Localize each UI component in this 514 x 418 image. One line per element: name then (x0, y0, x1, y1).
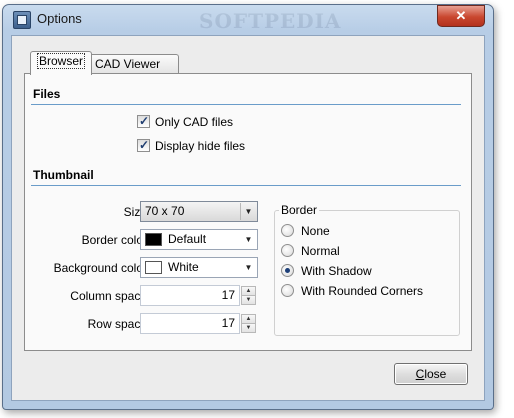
checkbox-box: ✓ (137, 114, 150, 128)
border-color-dropdown[interactable]: Default ▼ (140, 229, 258, 250)
column-space-label: Column space (70, 289, 147, 303)
size-dropdown[interactable]: 70 x 70 ▼ (140, 201, 258, 222)
size-value: 70 x 70 (145, 204, 185, 218)
radio-icon (281, 264, 294, 277)
column-space-spin-buttons: ▲ ▼ (241, 286, 256, 305)
only-cad-files-checkbox[interactable]: ✓ Only CAD files (137, 114, 233, 130)
row-space-spin-buttons: ▲ ▼ (241, 314, 256, 333)
column-space-stepper[interactable]: 17 ▲ ▼ (140, 285, 256, 306)
chevron-down-icon: ▼ (240, 203, 256, 220)
radio-icon (281, 244, 294, 257)
tab-browser[interactable]: Browser (30, 51, 93, 75)
radio-rounded-corners-label: With Rounded Corners (301, 284, 424, 298)
checkmark-icon: ✓ (139, 138, 150, 152)
background-color-label: Background color (53, 261, 147, 275)
border-color-value: Default (168, 232, 207, 246)
radio-none-label: None (301, 224, 330, 238)
spin-down-icon[interactable]: ▼ (241, 295, 256, 305)
background-color-value: White (168, 260, 199, 274)
tab-cad-viewer[interactable]: CAD Viewer (88, 54, 180, 74)
background-color-swatch (145, 261, 162, 274)
border-group-label: Border (279, 203, 320, 217)
files-divider (31, 104, 461, 105)
column-space-value: 17 (221, 288, 235, 302)
title-bar[interactable]: Options SOFTPEDIA ✕ (3, 5, 493, 33)
row-space-value: 17 (221, 316, 235, 330)
chevron-down-icon: ▼ (244, 263, 253, 272)
radio-with-shadow-label: With Shadow (301, 264, 372, 278)
thumbnail-divider (31, 185, 461, 186)
close-icon: ✕ (455, 8, 467, 23)
window-close-button[interactable]: ✕ (437, 5, 485, 27)
row-space-input[interactable]: 17 (140, 313, 240, 334)
spin-down-icon[interactable]: ▼ (241, 323, 256, 333)
radio-border-rounded-corners[interactable]: With Rounded Corners (281, 283, 423, 299)
column-space-input[interactable]: 17 (140, 285, 240, 306)
radio-border-normal[interactable]: Normal (281, 243, 340, 259)
only-cad-files-label: Only CAD files (155, 115, 234, 129)
row-space-label: Row space (87, 317, 147, 331)
background-color-dropdown[interactable]: White ▼ (140, 257, 258, 278)
tab-browser-label: Browser (37, 53, 86, 69)
files-section-header: Files (33, 87, 61, 101)
watermark: SOFTPEDIA (199, 9, 342, 33)
chevron-down-icon: ▼ (244, 235, 253, 244)
display-hide-files-checkbox[interactable]: ✓ Display hide files (137, 138, 245, 154)
checkmark-icon: ✓ (139, 114, 150, 128)
radio-border-with-shadow[interactable]: With Shadow (281, 263, 372, 279)
radio-icon (281, 284, 294, 297)
window-title: Options (37, 11, 82, 26)
radio-selected-dot (285, 268, 290, 273)
close-button-label-rest: lose (424, 367, 447, 381)
radio-icon (281, 224, 294, 237)
options-dialog: Options SOFTPEDIA ✕ Browser CAD Viewer F… (2, 4, 494, 410)
thumbnail-section-header: Thumbnail (33, 168, 94, 182)
border-groupbox: Border None Normal With Shadow With Roun… (274, 203, 460, 336)
radio-normal-label: Normal (301, 244, 340, 258)
display-hide-files-label: Display hide files (155, 139, 246, 153)
checkbox-box: ✓ (137, 138, 150, 152)
row-space-stepper[interactable]: 17 ▲ ▼ (140, 313, 256, 334)
tab-cad-viewer-label: CAD Viewer (95, 57, 161, 71)
close-button[interactable]: Close (394, 363, 468, 385)
border-color-swatch (145, 233, 162, 246)
app-icon (13, 11, 31, 29)
dialog-client-area: Browser CAD Viewer Files ✓ Only CAD files… (11, 35, 485, 401)
radio-border-none[interactable]: None (281, 223, 330, 239)
border-color-label: Border color (81, 233, 147, 247)
